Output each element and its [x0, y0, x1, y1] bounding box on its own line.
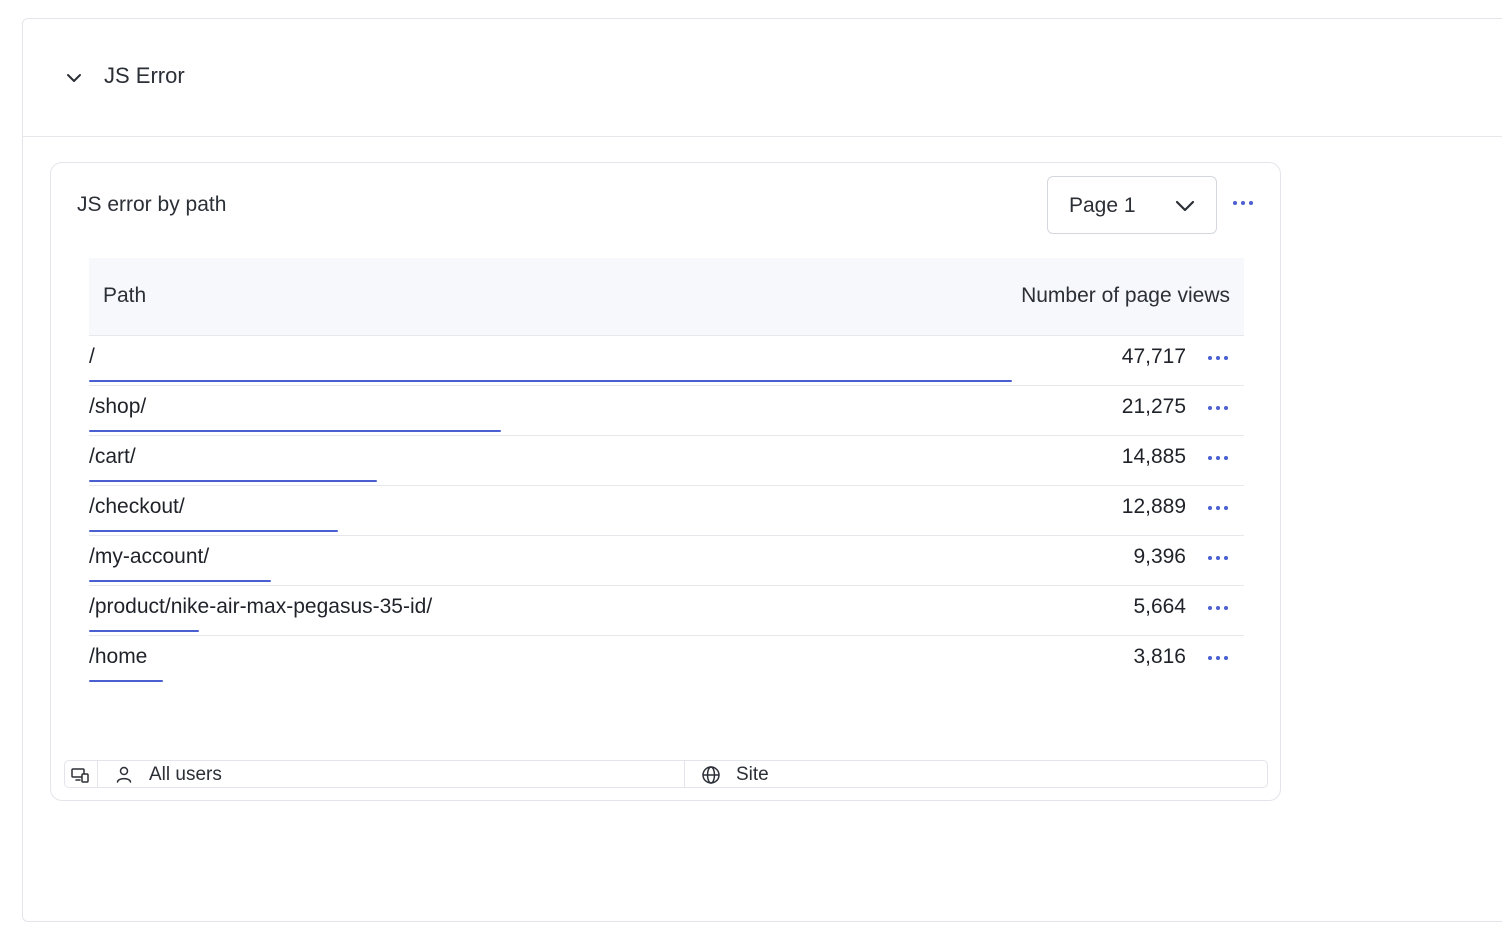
more-horizontal-icon[interactable] — [1206, 648, 1230, 668]
share-bar — [89, 630, 199, 632]
more-horizontal-icon[interactable] — [1206, 598, 1230, 618]
js-error-by-path-card: JS error by path Page 1 Path Number of p… — [50, 162, 1281, 801]
page-views-cell: 5,664 — [1133, 595, 1186, 618]
table-header: Path Number of page views — [89, 258, 1244, 336]
chevron-down-icon — [1175, 200, 1195, 212]
page-select[interactable]: Page 1 — [1047, 176, 1217, 234]
section-header[interactable]: JS Error — [23, 19, 1502, 137]
more-horizontal-icon[interactable] — [1206, 548, 1230, 568]
site-filter[interactable]: Site — [685, 761, 1267, 787]
page-views-cell: 21,275 — [1121, 395, 1186, 418]
table-row[interactable]: /home 3,816 — [89, 636, 1244, 685]
devices-icon — [71, 768, 89, 783]
user-icon — [116, 766, 132, 783]
share-bar — [89, 580, 271, 582]
path-cell[interactable]: /home — [89, 645, 147, 669]
column-header-page-views[interactable]: Number of page views — [1021, 284, 1230, 308]
table-row[interactable]: /shop/ 21,275 — [89, 386, 1244, 436]
more-horizontal-icon[interactable] — [1231, 191, 1255, 215]
path-cell[interactable]: /checkout/ — [89, 495, 185, 519]
globe-icon — [702, 766, 720, 784]
page-views-cell: 9,396 — [1133, 545, 1186, 568]
more-horizontal-icon[interactable] — [1206, 348, 1230, 368]
user-segment-filter[interactable]: All users — [98, 761, 685, 787]
table-row[interactable]: / 47,717 — [89, 336, 1244, 386]
card-footer-filters: All users Site — [64, 760, 1268, 788]
card-title: JS error by path — [77, 193, 227, 216]
table-row[interactable]: /cart/ 14,885 — [89, 436, 1244, 486]
page-views-cell: 47,717 — [1121, 345, 1186, 368]
section-title: JS Error — [104, 63, 185, 88]
share-bar — [89, 430, 501, 432]
path-cell[interactable]: / — [89, 345, 95, 369]
more-horizontal-icon[interactable] — [1206, 398, 1230, 418]
device-filter[interactable] — [65, 761, 98, 787]
site-filter-label: Site — [736, 764, 769, 785]
path-cell[interactable]: /product/nike-air-max-pegasus-35-id/ — [89, 595, 432, 619]
chevron-down-icon[interactable] — [64, 69, 84, 87]
path-cell[interactable]: /cart/ — [89, 445, 136, 469]
users-filter-label: All users — [149, 764, 222, 785]
table-row[interactable]: /product/nike-air-max-pegasus-35-id/ 5,6… — [89, 586, 1244, 636]
share-bar — [89, 530, 338, 532]
page-select-value: Page 1 — [1069, 194, 1136, 217]
path-table: Path Number of page views / 47,717 /shop… — [89, 258, 1244, 685]
page-views-cell: 12,889 — [1121, 495, 1186, 518]
table-row[interactable]: /my-account/ 9,396 — [89, 536, 1244, 586]
js-error-section: JS Error JS error by path Page 1 Path Nu… — [22, 18, 1502, 922]
more-horizontal-icon[interactable] — [1206, 448, 1230, 468]
page-views-cell: 14,885 — [1121, 445, 1186, 468]
path-cell[interactable]: /my-account/ — [89, 545, 209, 569]
column-header-path[interactable]: Path — [103, 284, 146, 308]
path-cell[interactable]: /shop/ — [89, 395, 146, 419]
share-bar — [89, 680, 163, 682]
more-horizontal-icon[interactable] — [1206, 498, 1230, 518]
page-views-cell: 3,816 — [1133, 645, 1186, 668]
table-row[interactable]: /checkout/ 12,889 — [89, 486, 1244, 536]
share-bar — [89, 380, 1012, 382]
table-body: / 47,717 /shop/ 21,275 /cart/ 14,885 /ch… — [89, 336, 1244, 685]
share-bar — [89, 480, 377, 482]
